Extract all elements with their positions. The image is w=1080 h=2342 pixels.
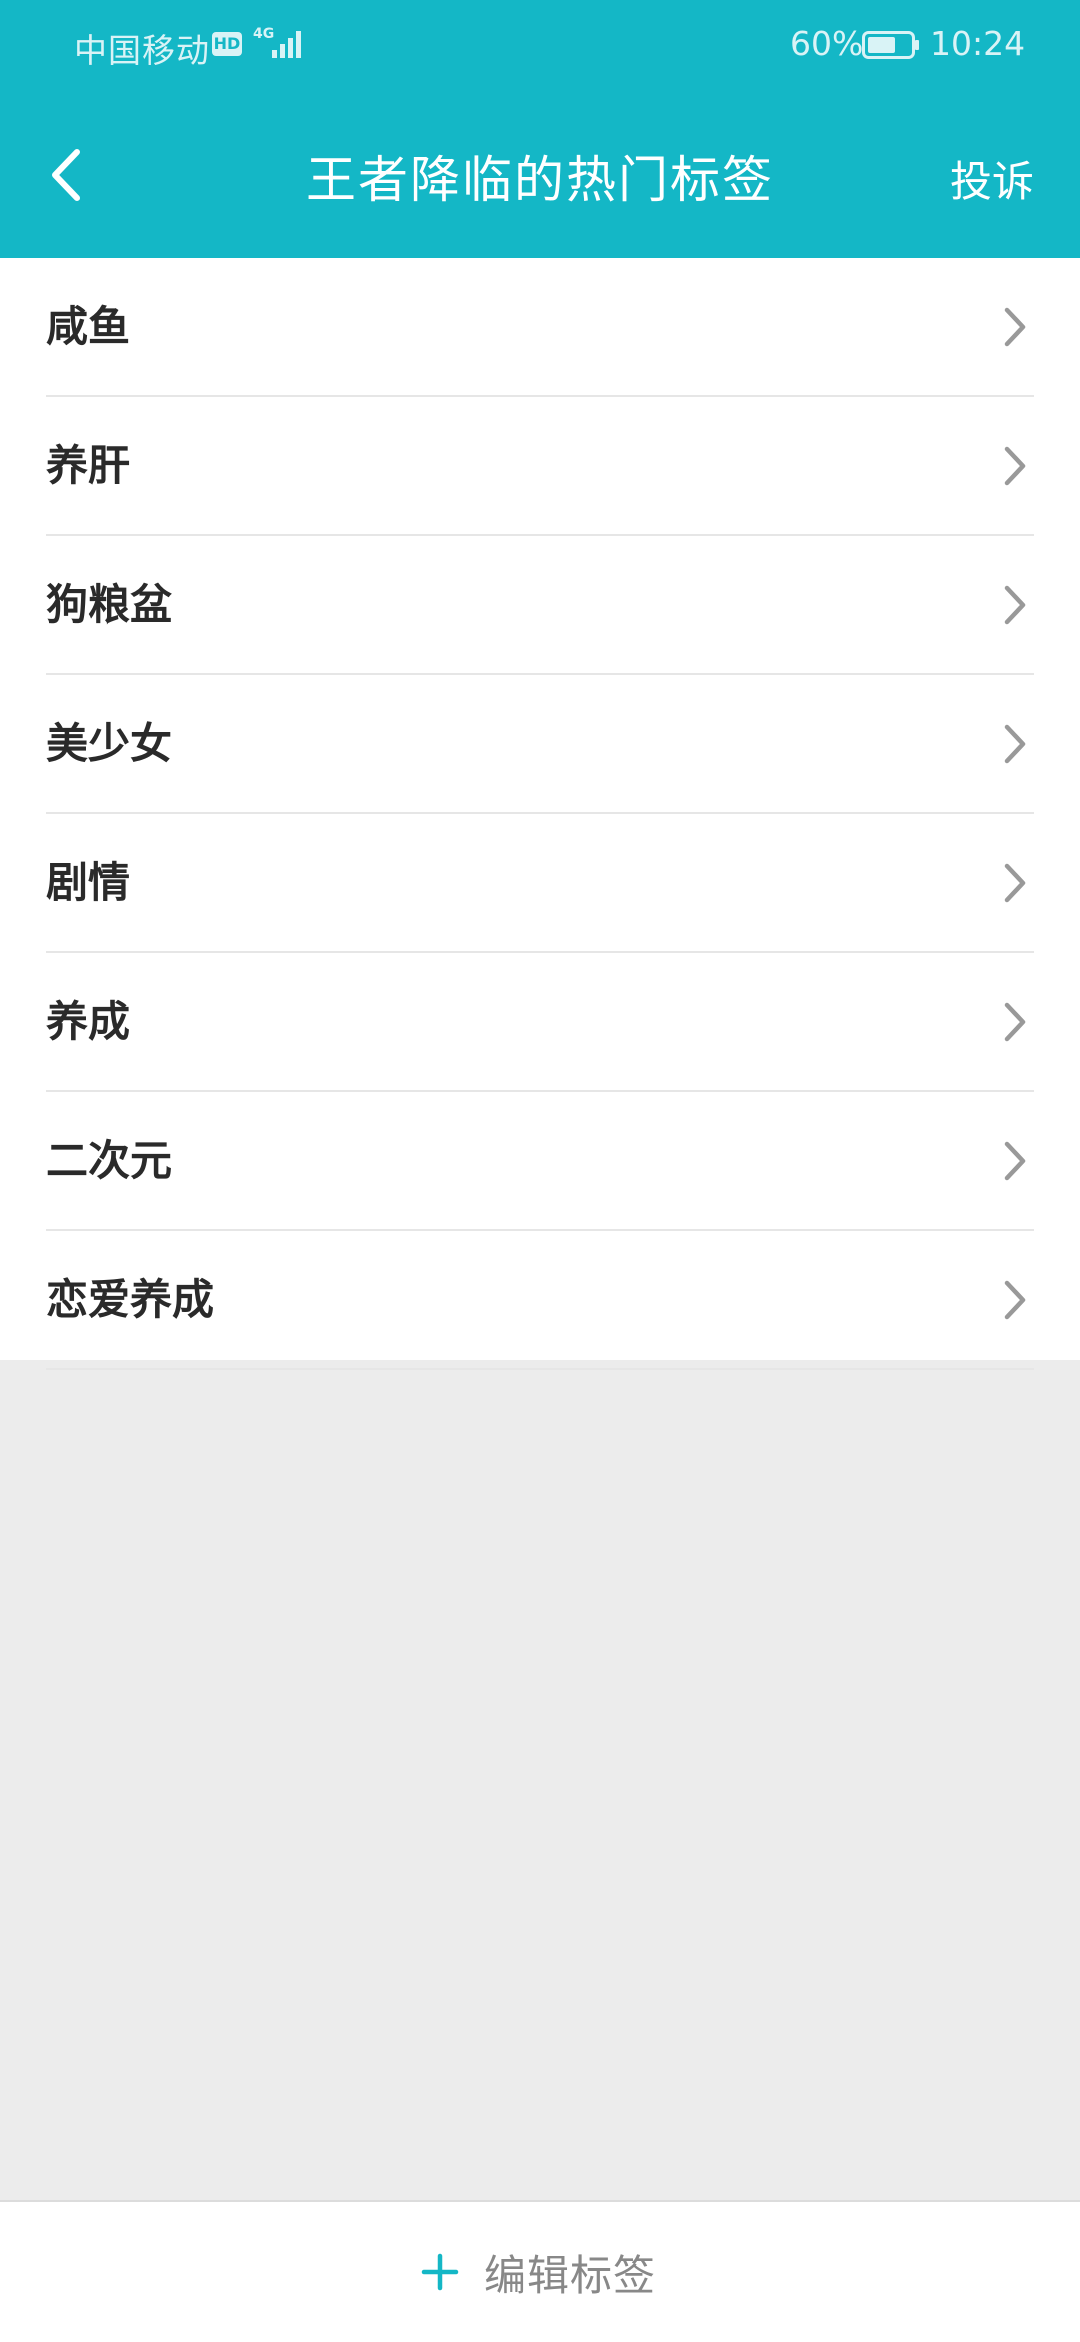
- chevron-right-icon: [1004, 307, 1026, 347]
- tag-row[interactable]: 养成: [46, 953, 1034, 1092]
- tag-label: 二次元: [46, 1136, 173, 1185]
- battery-icon: [862, 31, 919, 59]
- tag-label: 恋爱养成: [46, 1275, 215, 1324]
- chevron-right-icon: [1004, 446, 1026, 486]
- back-arrow-icon: [52, 149, 80, 201]
- tag-row[interactable]: 养肝: [46, 397, 1034, 536]
- tag-row[interactable]: 二次元: [46, 1092, 1034, 1231]
- tag-row[interactable]: 咸鱼: [46, 258, 1034, 397]
- tag-row[interactable]: 剧情: [46, 814, 1034, 953]
- chevron-right-icon: [1004, 585, 1026, 625]
- tag-row[interactable]: 美少女: [46, 675, 1034, 814]
- tag-list: 咸鱼 养肝 狗粮盆 美少女 剧情 养成 二次元 恋爱养成: [0, 258, 1080, 1370]
- signal-icon: [272, 31, 301, 58]
- plus-icon: [421, 2253, 459, 2291]
- chevron-right-icon: [1004, 863, 1026, 903]
- page-title: 王者降临的热门标签: [306, 151, 774, 209]
- top-app-bar: 中国移动 HD 4G 60% 10:24 王者降临的热门标签 投诉: [0, 0, 1080, 258]
- carrier-name: 中国移动: [74, 31, 210, 70]
- chevron-right-icon: [1004, 1280, 1026, 1320]
- battery-percent: 60%: [790, 24, 864, 63]
- tag-label: 美少女: [46, 719, 173, 768]
- tag-label: 狗粮盆: [46, 580, 173, 629]
- tag-row[interactable]: 狗粮盆: [46, 536, 1034, 675]
- bottom-bar: 编辑标签: [0, 2200, 1080, 2342]
- tag-label: 剧情: [46, 858, 131, 907]
- chevron-right-icon: [1004, 724, 1026, 764]
- report-button[interactable]: 投诉: [950, 148, 1034, 209]
- edit-tags-button[interactable]: 编辑标签: [420, 2202, 680, 2342]
- edit-tags-label: 编辑标签: [484, 2250, 657, 2300]
- back-button[interactable]: [30, 130, 102, 220]
- tag-row[interactable]: 恋爱养成: [46, 1231, 1034, 1370]
- clock: 10:24: [930, 24, 1026, 63]
- chevron-right-icon: [1004, 1002, 1026, 1042]
- tag-label: 咸鱼: [46, 302, 131, 351]
- tag-label: 养肝: [46, 441, 131, 490]
- chevron-right-icon: [1004, 1141, 1026, 1181]
- tag-label: 养成: [46, 997, 131, 1046]
- hd-badge: HD: [212, 32, 242, 56]
- status-bar: 中国移动 HD 4G 60% 10:24: [0, 0, 1080, 92]
